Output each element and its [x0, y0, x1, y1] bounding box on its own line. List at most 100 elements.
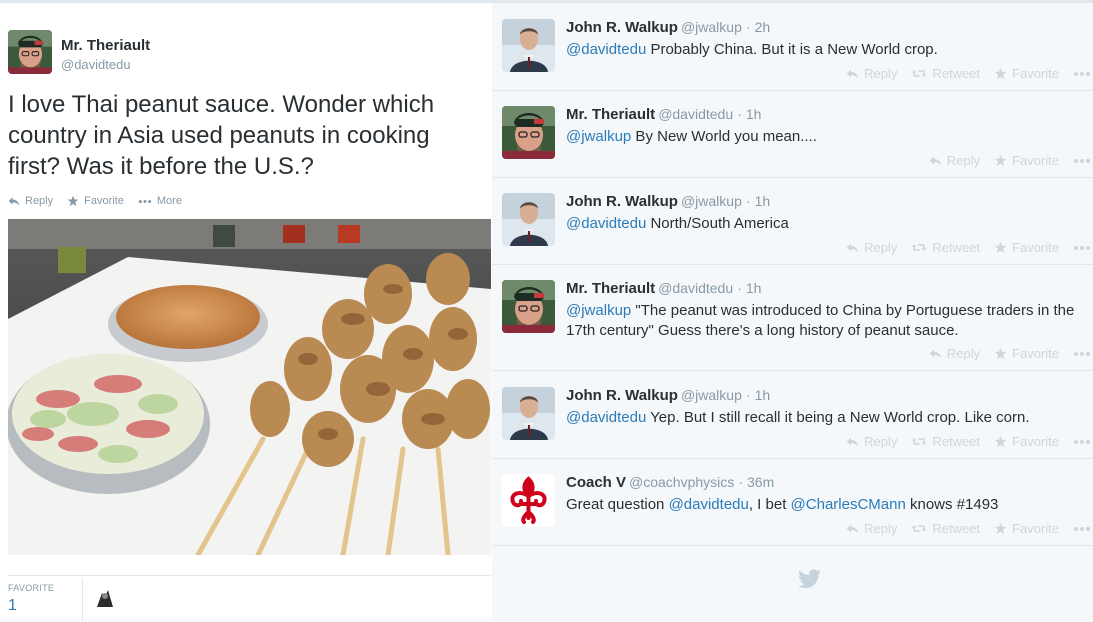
- more-dots-icon: [138, 199, 152, 204]
- favorite-count[interactable]: 1: [8, 597, 17, 615]
- reply-body: Probably China. But it is a New World cr…: [646, 41, 938, 58]
- more-button[interactable]: [1073, 521, 1091, 536]
- timestamp[interactable]: · 1h: [746, 193, 770, 209]
- author-name[interactable]: John R. Walkup: [566, 19, 678, 36]
- reply-text: @jwalkup By New World you mean....: [566, 127, 1093, 147]
- reply-text: @jwalkup "The peanut was introduced to C…: [566, 301, 1093, 341]
- reply-icon: [929, 347, 942, 360]
- favoriter-avatar[interactable]: [94, 587, 116, 609]
- reply-label: Reply: [25, 195, 54, 207]
- author-handle[interactable]: @jwalkup: [681, 387, 742, 403]
- tweet-photo[interactable]: [8, 219, 491, 555]
- mention-link[interactable]: @davidtedu: [669, 496, 749, 513]
- author-handle[interactable]: @davidtedu: [658, 280, 733, 296]
- favorite-label: Favorite: [1012, 153, 1059, 168]
- favorite-label: Favorite: [1012, 434, 1059, 449]
- timestamp[interactable]: · 36m: [738, 474, 774, 490]
- reply-tweet[interactable]: John R. Walkup @jwalkup · 2h @davidtedu P…: [492, 3, 1093, 91]
- avatar[interactable]: [502, 474, 555, 527]
- star-icon: [994, 241, 1007, 254]
- author-name[interactable]: Coach V: [566, 474, 626, 491]
- retweet-label: Retweet: [932, 521, 981, 536]
- reply-button[interactable]: Reply: [929, 346, 980, 361]
- reply-body-pre: Great question: [566, 496, 669, 513]
- retweet-button[interactable]: Retweet: [911, 240, 980, 255]
- author-name[interactable]: John R. Walkup: [566, 387, 678, 404]
- timestamp[interactable]: · 1h: [737, 280, 761, 296]
- favorite-button[interactable]: Favorite: [994, 66, 1059, 81]
- favorite-button[interactable]: Favorite: [994, 521, 1059, 536]
- avatar[interactable]: [502, 387, 555, 440]
- favorite-button[interactable]: Favorite: [994, 153, 1059, 168]
- satay-photo: [8, 219, 491, 555]
- profile-photo: [502, 193, 555, 246]
- author-handle[interactable]: @davidtedu: [61, 57, 131, 72]
- reply-tweet[interactable]: Mr. Theriault @davidtedu · 1h @jwalkup By…: [492, 90, 1093, 178]
- mention-link[interactable]: @jwalkup: [566, 128, 631, 145]
- retweet-button[interactable]: Retweet: [911, 521, 980, 536]
- stat-divider: [82, 578, 83, 620]
- reply-button[interactable]: Reply: [929, 153, 980, 168]
- avatar[interactable]: [8, 30, 52, 74]
- favorite-button[interactable]: Favorite: [994, 240, 1059, 255]
- mention-link[interactable]: @jwalkup: [566, 302, 631, 319]
- reply-icon: [846, 522, 859, 535]
- reply-tweet[interactable]: John R. Walkup @jwalkup · 1h @davidtedu N…: [492, 177, 1093, 265]
- reply-actions: Reply Favorite: [929, 346, 1091, 361]
- avatar[interactable]: [502, 106, 555, 159]
- reply-button[interactable]: Reply: [846, 434, 897, 449]
- reply-tweet[interactable]: Coach V @coachvphysics · 36m Great questi…: [492, 458, 1093, 546]
- tweet-actions: Reply Favorite More: [8, 195, 182, 207]
- reply-button[interactable]: Reply: [846, 66, 897, 81]
- reply-icon: [8, 195, 20, 207]
- avatar[interactable]: [502, 193, 555, 246]
- reply-button[interactable]: Reply: [846, 240, 897, 255]
- timestamp[interactable]: · 1h: [737, 106, 761, 122]
- more-button[interactable]: [1073, 153, 1091, 168]
- star-icon: [994, 67, 1007, 80]
- favorite-stat-label: FAVORITE: [8, 583, 55, 593]
- more-button[interactable]: [1073, 434, 1091, 449]
- favorite-button[interactable]: Favorite: [994, 434, 1059, 449]
- author-name[interactable]: Mr. Theriault: [61, 37, 150, 54]
- reply-body: "The peanut was introduced to China by P…: [631, 302, 1075, 319]
- reply-actions: Reply Favorite: [929, 153, 1091, 168]
- author-handle[interactable]: @jwalkup: [681, 193, 742, 209]
- mention-link[interactable]: @davidtedu: [566, 215, 646, 232]
- profile-photo: [8, 30, 52, 74]
- avatar[interactable]: [502, 280, 555, 333]
- reply-button[interactable]: Reply: [846, 521, 897, 536]
- more-button[interactable]: [1073, 66, 1091, 81]
- avatar[interactable]: [502, 19, 555, 72]
- reply-body: North/South America: [646, 215, 789, 232]
- reply-body: Yep. But I still recall it being a New W…: [646, 409, 1030, 426]
- reply-tweet[interactable]: Mr. Theriault @davidtedu · 1h @jwalkup "T…: [492, 264, 1093, 371]
- author-handle[interactable]: @davidtedu: [658, 106, 733, 122]
- timestamp[interactable]: · 1h: [746, 387, 770, 403]
- more-dots-icon: [1073, 71, 1091, 77]
- mention-link-2[interactable]: @CharlesCMann: [791, 496, 906, 513]
- reply-button[interactable]: Reply: [8, 195, 53, 207]
- retweet-button[interactable]: Retweet: [911, 434, 980, 449]
- author-handle[interactable]: @coachvphysics: [629, 474, 734, 490]
- more-button[interactable]: [1073, 346, 1091, 361]
- reply-tweet[interactable]: John R. Walkup @jwalkup · 1h @davidtedu Y…: [492, 371, 1093, 459]
- author-name[interactable]: Mr. Theriault: [566, 106, 655, 123]
- retweet-button[interactable]: Retweet: [911, 66, 980, 81]
- author-name[interactable]: John R. Walkup: [566, 193, 678, 210]
- mention-link[interactable]: @davidtedu: [566, 409, 646, 426]
- coach-fleur-de-lis-icon: [502, 474, 555, 527]
- timestamp[interactable]: · 2h: [746, 19, 770, 35]
- reply-icon: [846, 435, 859, 448]
- reply-header: Coach V @coachvphysics · 36m: [566, 474, 774, 491]
- author-name[interactable]: Mr. Theriault: [566, 280, 655, 297]
- favorite-button[interactable]: Favorite: [994, 346, 1059, 361]
- reply-label: Reply: [864, 521, 898, 536]
- author-handle[interactable]: @jwalkup: [681, 19, 742, 35]
- more-label: More: [156, 195, 182, 207]
- favorite-button[interactable]: Favorite: [67, 195, 124, 207]
- more-button[interactable]: [1073, 240, 1091, 255]
- mention-link[interactable]: @davidtedu: [566, 41, 646, 58]
- retweet-label: Retweet: [932, 434, 981, 449]
- more-button[interactable]: More: [138, 195, 182, 207]
